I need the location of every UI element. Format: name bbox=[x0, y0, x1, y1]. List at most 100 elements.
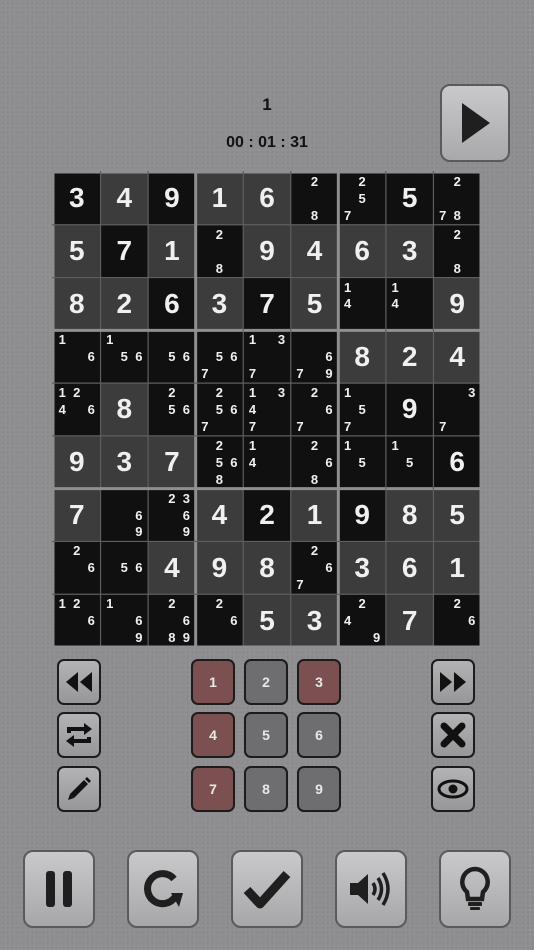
sudoku-cell[interactable]: 8 bbox=[338, 330, 386, 384]
sudoku-cell[interactable]: 9 bbox=[148, 172, 196, 225]
sudoku-cell[interactable]: 62 bbox=[195, 594, 244, 647]
sudoku-cell[interactable]: 9 bbox=[433, 277, 481, 331]
sudoku-cell[interactable]: 7 96 bbox=[290, 330, 339, 384]
sudoku-cell[interactable]: 751 bbox=[338, 383, 386, 436]
sudoku-cell[interactable]: 4 bbox=[433, 330, 481, 384]
sudoku-cell[interactable]: 741 3 bbox=[243, 383, 291, 436]
sudoku-cell[interactable]: 41 bbox=[243, 435, 291, 489]
sudoku-cell[interactable]: 51 bbox=[338, 435, 386, 489]
sudoku-cell[interactable]: 4 bbox=[100, 172, 149, 225]
sudoku-cell[interactable]: 4 6 12 bbox=[53, 383, 101, 436]
sudoku-cell[interactable]: 3 bbox=[100, 435, 149, 489]
sudoku-cell[interactable]: 5 bbox=[53, 224, 101, 278]
sudoku-cell[interactable]: 9 bbox=[195, 541, 244, 595]
number-button-7[interactable]: 7 bbox=[191, 766, 235, 812]
sudoku-cell[interactable]: 8962 bbox=[148, 594, 196, 647]
sudoku-cell[interactable]: 56 bbox=[100, 541, 149, 595]
sudoku-cell[interactable]: 7 bbox=[100, 224, 149, 278]
sudoku-cell[interactable]: 1 bbox=[195, 172, 244, 225]
number-button-2[interactable]: 2 bbox=[244, 659, 288, 705]
sudoku-cell[interactable]: 7 62 bbox=[290, 541, 339, 595]
sudoku-cell[interactable]: 6 bbox=[243, 172, 291, 225]
sudoku-cell[interactable]: 51 bbox=[385, 435, 434, 489]
sudoku-cell[interactable]: 78 2 bbox=[433, 172, 481, 225]
sudoku-cell[interactable]: 56 1 bbox=[100, 330, 149, 384]
sudoku-cell[interactable]: 6 bbox=[148, 277, 196, 331]
sudoku-cell[interactable]: 1 bbox=[148, 224, 196, 278]
sudoku-cell[interactable]: 96 bbox=[100, 488, 149, 542]
sudoku-cell[interactable]: 6 bbox=[433, 435, 481, 489]
play-button[interactable] bbox=[440, 84, 510, 162]
sudoku-cell[interactable]: 7562 bbox=[195, 383, 244, 436]
sudoku-cell[interactable]: 2 bbox=[100, 277, 149, 331]
sudoku-cell[interactable]: 56 bbox=[148, 330, 196, 384]
sudoku-cell[interactable]: 3 bbox=[53, 172, 101, 225]
sudoku-cell[interactable]: 7 bbox=[385, 594, 434, 647]
sudoku-cell[interactable]: 62 bbox=[433, 594, 481, 647]
sound-button[interactable] bbox=[335, 850, 407, 928]
swap-button[interactable] bbox=[57, 712, 101, 758]
sudoku-cell[interactable]: 5 bbox=[385, 172, 434, 225]
sudoku-cell[interactable]: 6 bbox=[338, 224, 386, 278]
sudoku-cell[interactable]: 73 bbox=[433, 383, 481, 436]
pencil-button[interactable] bbox=[57, 766, 101, 812]
sudoku-cell[interactable]: 5 bbox=[243, 594, 291, 647]
sudoku-cell[interactable]: 4 bbox=[290, 224, 339, 278]
sudoku-cell[interactable]: 9 bbox=[385, 383, 434, 436]
sudoku-cell[interactable]: 1 bbox=[290, 488, 339, 542]
sudoku-cell[interactable]: 5 bbox=[433, 488, 481, 542]
number-button-4[interactable]: 4 bbox=[191, 712, 235, 758]
sudoku-cell[interactable]: 6 bbox=[385, 541, 434, 595]
number-button-9[interactable]: 9 bbox=[297, 766, 341, 812]
sudoku-cell[interactable]: 82 bbox=[290, 172, 339, 225]
sudoku-cell[interactable]: 4 bbox=[195, 488, 244, 542]
sudoku-cell[interactable]: 2 bbox=[243, 488, 291, 542]
sudoku-cell[interactable]: 6 12 bbox=[53, 594, 101, 647]
sudoku-cell[interactable]: 8 bbox=[100, 383, 149, 436]
sudoku-cell[interactable]: 752 bbox=[338, 172, 386, 225]
check-button[interactable] bbox=[231, 850, 303, 928]
sudoku-cell[interactable]: 7 bbox=[53, 488, 101, 542]
sudoku-cell[interactable]: 5 bbox=[290, 277, 339, 331]
sudoku-cell[interactable]: 9 42 bbox=[338, 594, 386, 647]
restart-button[interactable] bbox=[127, 850, 199, 928]
sudoku-cell[interactable]: 862 bbox=[290, 435, 339, 489]
sudoku-cell[interactable]: 2 bbox=[385, 330, 434, 384]
eye-button[interactable] bbox=[431, 766, 475, 812]
sudoku-cell[interactable]: 9623 bbox=[148, 488, 196, 542]
sudoku-cell[interactable]: 61 bbox=[53, 330, 101, 384]
erase-button[interactable] bbox=[431, 712, 475, 758]
number-button-6[interactable]: 6 bbox=[297, 712, 341, 758]
sudoku-cell[interactable]: 8 bbox=[385, 488, 434, 542]
sudoku-cell[interactable]: 8562 bbox=[195, 435, 244, 489]
sudoku-cell[interactable]: 3 bbox=[385, 224, 434, 278]
sudoku-cell[interactable]: 8 bbox=[243, 541, 291, 595]
sudoku-cell[interactable]: 562 bbox=[148, 383, 196, 436]
sudoku-cell[interactable]: 3 bbox=[338, 541, 386, 595]
fast-forward-button[interactable] bbox=[431, 659, 475, 705]
sudoku-cell[interactable]: 7 bbox=[148, 435, 196, 489]
sudoku-cell[interactable]: 96 1 bbox=[100, 594, 149, 647]
number-button-3[interactable]: 3 bbox=[297, 659, 341, 705]
sudoku-cell[interactable]: 9 bbox=[243, 224, 291, 278]
number-button-1[interactable]: 1 bbox=[191, 659, 235, 705]
sudoku-cell[interactable]: 3 bbox=[195, 277, 244, 331]
number-button-5[interactable]: 5 bbox=[244, 712, 288, 758]
sudoku-cell[interactable]: 82 bbox=[433, 224, 481, 278]
sudoku-cell[interactable]: 41 bbox=[385, 277, 434, 331]
pause-button[interactable] bbox=[23, 850, 95, 928]
sudoku-cell[interactable]: 1 bbox=[433, 541, 481, 595]
sudoku-cell[interactable]: 4 bbox=[148, 541, 196, 595]
sudoku-cell[interactable]: 41 bbox=[338, 277, 386, 331]
rewind-button[interactable] bbox=[57, 659, 101, 705]
sudoku-cell[interactable]: 82 bbox=[195, 224, 244, 278]
sudoku-cell[interactable]: 9 bbox=[53, 435, 101, 489]
sudoku-cell[interactable]: 756 bbox=[195, 330, 244, 384]
sudoku-cell[interactable]: 7 62 bbox=[290, 383, 339, 436]
sudoku-cell[interactable]: 7 bbox=[243, 277, 291, 331]
sudoku-cell[interactable]: 7 1 3 bbox=[243, 330, 291, 384]
number-button-8[interactable]: 8 bbox=[244, 766, 288, 812]
sudoku-cell[interactable]: 3 bbox=[290, 594, 339, 647]
hint-button[interactable] bbox=[439, 850, 511, 928]
sudoku-cell[interactable]: 8 bbox=[53, 277, 101, 331]
